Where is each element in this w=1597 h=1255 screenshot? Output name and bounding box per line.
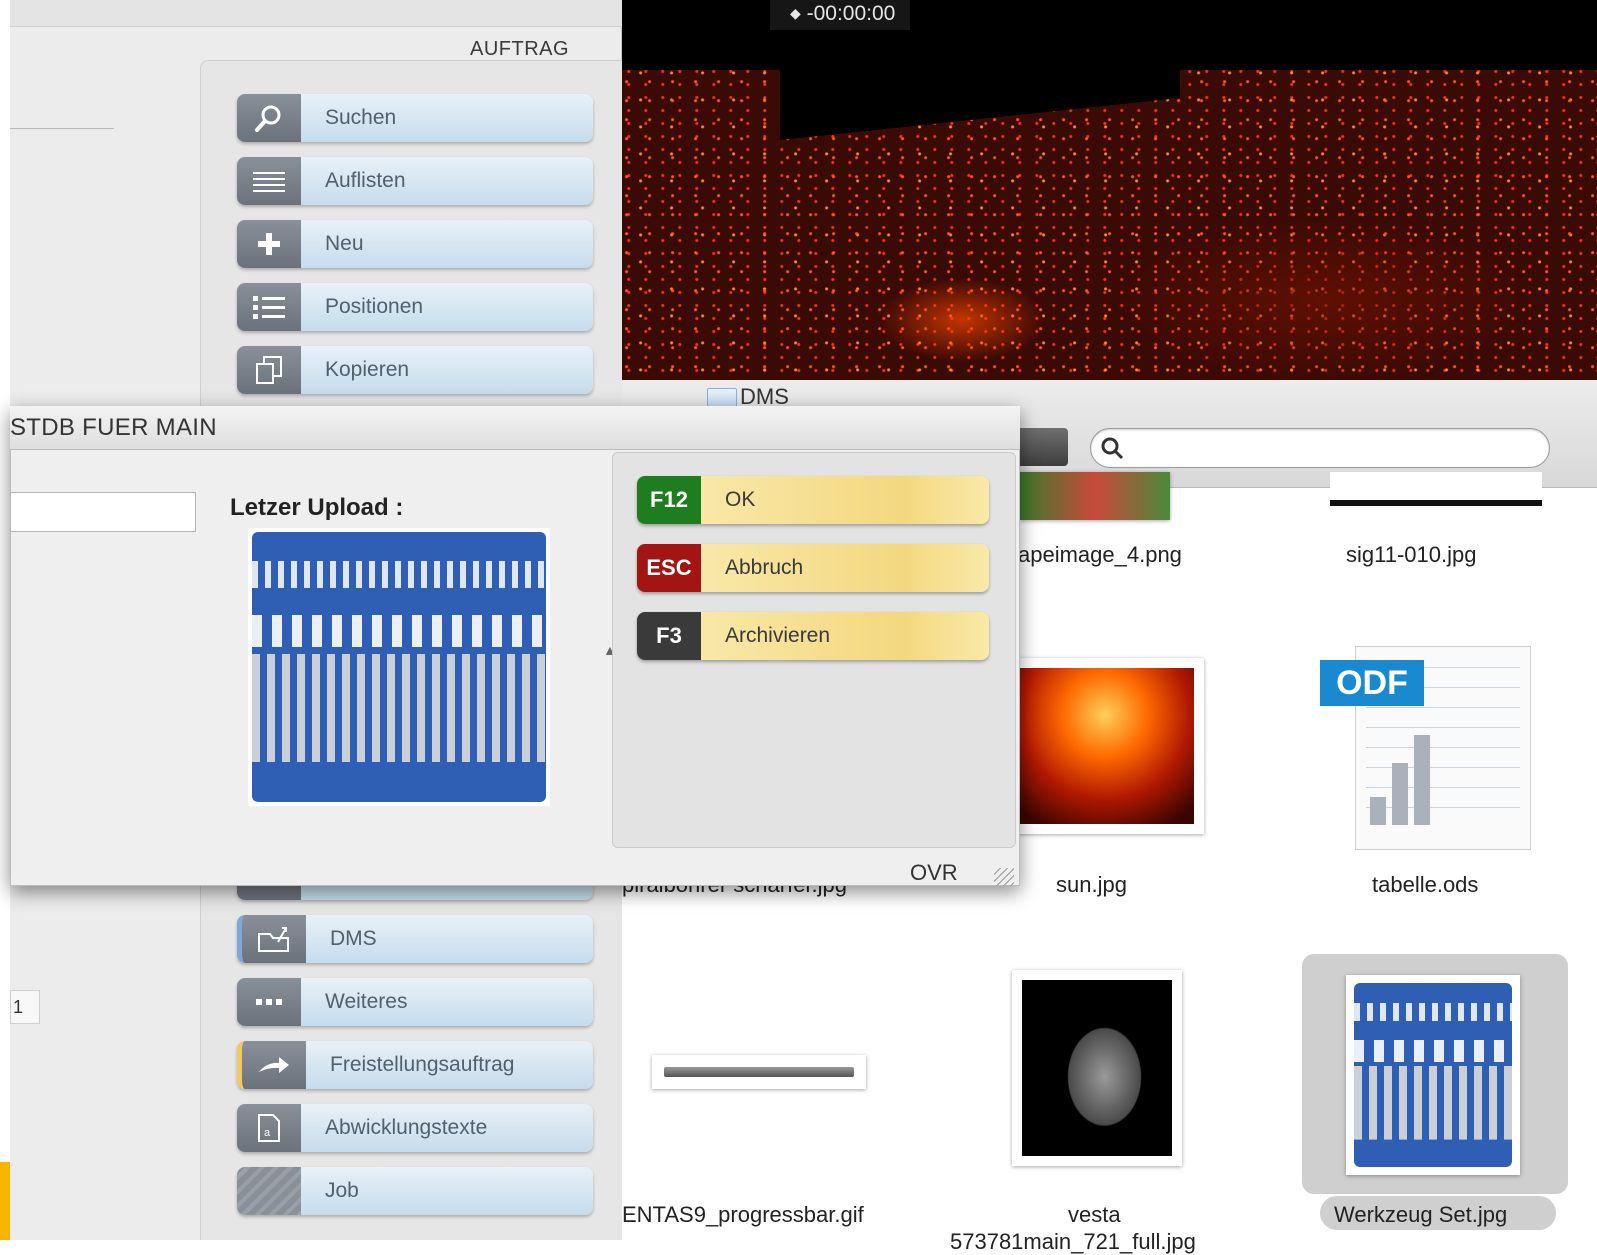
file-thumbnail[interactable] [1020,472,1170,520]
timecode-text: -00:00:00 [806,2,896,25]
overwrite-mode-indicator: OVR [910,860,958,885]
copy-button[interactable]: Kopieren [237,346,593,394]
dms-button[interactable]: DMS [237,915,593,963]
new-button[interactable]: Neu [237,220,593,268]
file-name[interactable]: apeimage_4.png [1018,542,1182,568]
plus-icon [237,220,301,268]
arrow-right-icon [242,1041,306,1089]
sun-image [1016,668,1194,824]
diamond-icon: ◆ [790,5,801,21]
list-button-label: Auflisten [301,157,593,205]
new-button-label: Neu [301,220,593,268]
last-upload-label: Letzer Upload : [230,494,404,521]
cancel-button[interactable]: ESC Abbruch [637,544,989,592]
progressbar-image [664,1067,854,1077]
file-name-selected[interactable]: Werkzeug Set.jpg [1334,1202,1507,1228]
copy-icon [237,346,301,394]
dms-button-label: DMS [306,915,593,963]
toolcase-image [1354,983,1512,1167]
file-thumbnail-werkzeug[interactable] [1346,975,1520,1175]
cancel-button-label: Abbruch [701,544,989,592]
job-button-label: Job [301,1167,593,1215]
exemption-order-button-label: Freistellungsauftrag [306,1041,593,1089]
form-field-underline [10,128,114,129]
ok-button-label: OK [701,476,989,524]
positions-button-label: Positionen [301,283,593,331]
toolcase-image [252,532,546,802]
form-top-strip [10,0,622,27]
dialog-input[interactable] [10,492,196,532]
file-name[interactable]: 573781main_721_full.jpg [950,1229,1196,1255]
dialog-title: STDB FUER MAIN [10,414,217,441]
text-document-icon: a [237,1104,301,1152]
positions-button[interactable]: Positionen [237,283,593,331]
svg-text:a: a [264,1127,271,1139]
list-icon [237,157,301,205]
section-title-auftrag: AUFTRAG [470,38,570,60]
search-button-label: Suchen [301,94,593,142]
ok-button[interactable]: F12 OK [637,476,989,524]
exemption-order-button[interactable]: Freistellungsauftrag [237,1041,593,1089]
file-name[interactable]: vesta [1068,1202,1121,1228]
folder-upload-icon [242,915,306,963]
job-button[interactable]: Job [237,1167,593,1215]
form-field-number[interactable]: 1 [10,990,40,1024]
list-button[interactable]: Auflisten [237,157,593,205]
more-icon [237,978,301,1026]
search-icon [1101,437,1124,460]
resize-grip-icon[interactable] [994,868,1014,886]
copy-button-label: Kopieren [301,346,593,394]
bullet-list-icon [237,283,301,331]
file-thumbnail[interactable] [1330,472,1542,506]
file-thumbnail-sun[interactable] [1006,658,1204,834]
processing-texts-button-label: Abwicklungstexte [301,1104,593,1152]
search-button[interactable]: Suchen [237,94,593,142]
search-icon [237,94,301,142]
key-f3: F3 [637,612,701,660]
file-thumbnail-vesta[interactable] [1012,970,1182,1166]
file-name[interactable]: sig11-010.jpg [1346,542,1476,568]
processing-texts-button[interactable]: a Abwicklungstexte [237,1104,593,1152]
file-thumbnail-progressbar[interactable] [652,1055,866,1089]
accent-edge [0,1162,10,1240]
more-button-label: Weiteres [301,978,593,1026]
job-icon [237,1167,301,1215]
archive-button-label: Archivieren [701,612,989,660]
asteroid-image [1022,980,1172,1156]
file-name[interactable]: sun.jpg [1056,872,1127,898]
odf-badge: ODF [1320,660,1424,706]
archive-button[interactable]: F3 Archivieren [637,612,989,660]
file-name[interactable]: ENTAS9_progressbar.gif [622,1202,907,1228]
file-name[interactable]: tabelle.ods [1372,872,1478,898]
more-button[interactable]: Weiteres [237,978,593,1026]
dms-search-input[interactable] [1090,428,1550,468]
key-esc: ESC [637,544,701,592]
timecode-display: ◆ -00:00:00 [770,0,910,30]
last-upload-image [248,528,550,806]
key-f12: F12 [637,476,701,524]
